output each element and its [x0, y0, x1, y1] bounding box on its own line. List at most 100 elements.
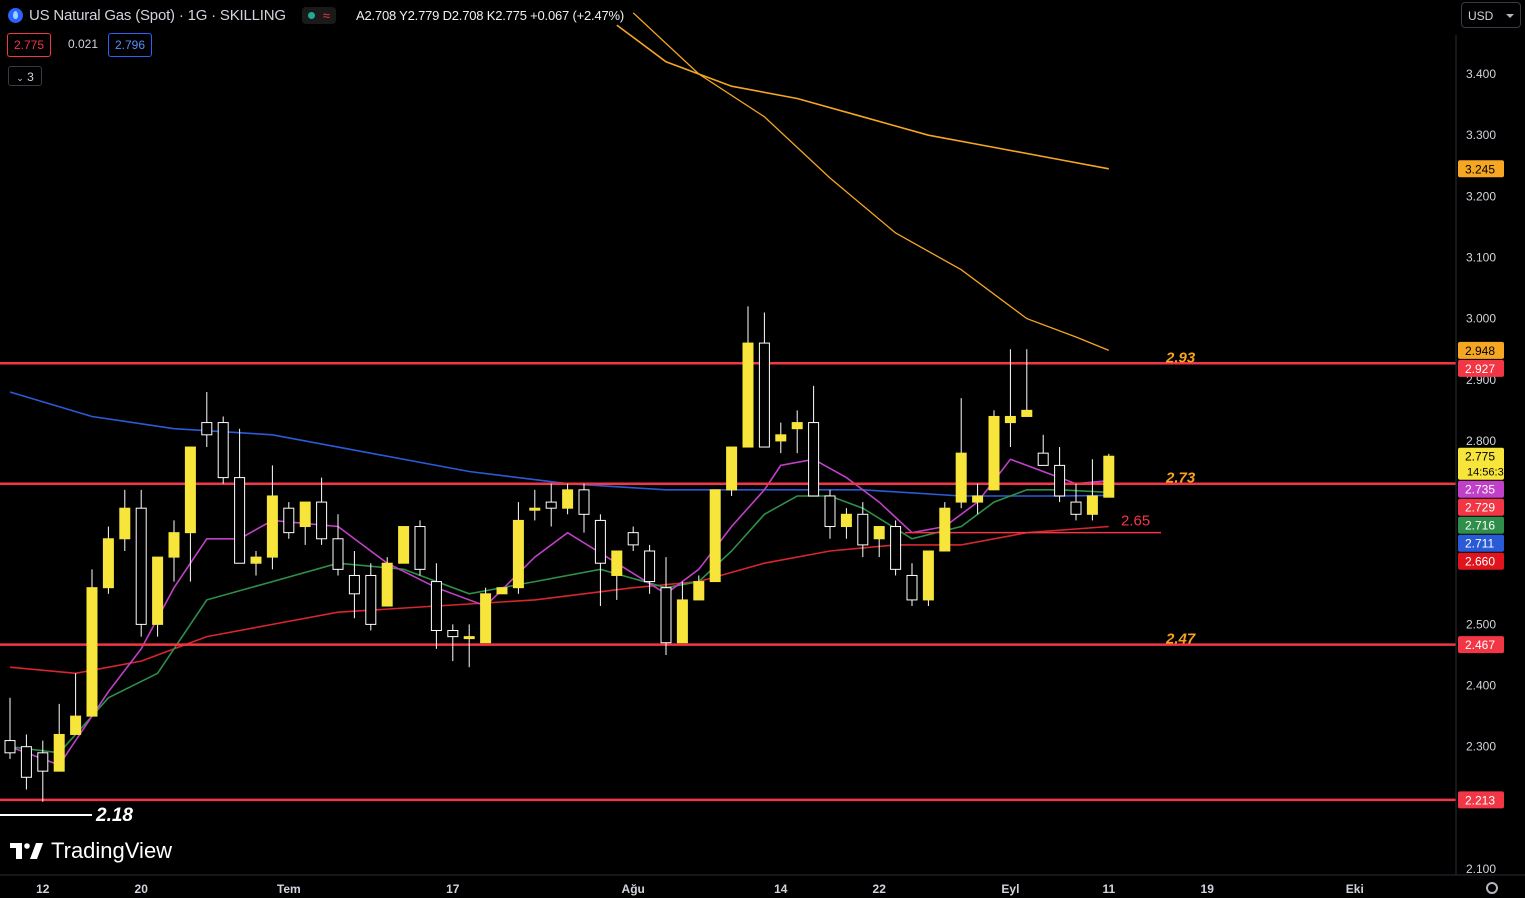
candle-body [840, 513, 852, 528]
axis-price-tag-text: 2.660 [1465, 555, 1495, 569]
candle-56[interactable] [922, 550, 934, 607]
y-tick-label-4: 3.000 [1466, 312, 1496, 326]
candle-body [168, 532, 180, 558]
candle-body [86, 587, 98, 717]
buy-price-button[interactable]: 2.796 [108, 33, 153, 57]
x-tick-label-1: 20 [135, 882, 149, 896]
brand-name: TradingView [51, 838, 173, 863]
candle-body [1004, 415, 1016, 424]
candle-body [217, 422, 229, 479]
candle-23[interactable] [381, 557, 393, 607]
candle-body [988, 415, 1000, 491]
candle-body [529, 507, 541, 511]
candle-body [758, 342, 770, 448]
axis-price-tag-6: 2.716 [1458, 516, 1504, 534]
axis-price-tag-text: 3.245 [1465, 162, 1495, 176]
candle-body [775, 434, 787, 442]
candle-body [939, 507, 951, 552]
candle-body [906, 574, 918, 601]
candle-44[interactable] [726, 446, 738, 496]
price-chart[interactable]: 2.93 2.73 2.47 2.65 2.18 3.400 3.300 3.200 3.10… [0, 0, 1525, 898]
candle-body [398, 526, 410, 564]
level-label-2: 2.47 [1165, 631, 1196, 648]
y-tick-label-9: 2.300 [1466, 740, 1496, 754]
candle-body [316, 501, 328, 540]
wave-icon: ≈ [322, 7, 330, 23]
candle-body [135, 507, 147, 625]
candle-body [873, 526, 885, 540]
axis-price-tag-10: 2.213 [1458, 791, 1504, 809]
candle-body [1037, 452, 1049, 466]
axis-price-tag-text: 2.213 [1465, 793, 1495, 807]
candle-body [922, 550, 934, 601]
sell-price-button[interactable]: 2.775 [7, 33, 52, 57]
candle-body [955, 452, 967, 503]
spread-value: 0.021 [68, 37, 99, 51]
axis-price-tag-text: 2.775 [1465, 450, 1495, 464]
candle-9[interactable] [152, 556, 164, 637]
candle-body [201, 422, 213, 436]
y-tick-label-8: 2.400 [1466, 679, 1496, 693]
candle-body [70, 715, 82, 735]
candle-30[interactable] [496, 587, 508, 595]
candle-body [266, 495, 278, 558]
candle-body [824, 495, 836, 528]
candle-body [742, 342, 754, 448]
candle-24[interactable] [398, 526, 410, 564]
y-tick-label-7: 2.500 [1466, 617, 1496, 631]
level-label-1: 2.73 [1165, 470, 1196, 487]
y-tick-label-1: 3.300 [1466, 128, 1496, 142]
candle-8[interactable] [135, 489, 147, 637]
symbol-title[interactable]: US Natural Gas (Spot) · 1G · SKILLING [29, 7, 286, 24]
y-tick-label-6: 2.800 [1466, 434, 1496, 448]
candle-body [627, 532, 639, 546]
candle-body [365, 574, 377, 625]
candle-body [578, 489, 590, 515]
candle-25[interactable] [414, 520, 426, 576]
axis-price-tag-text: 2.711 [1465, 537, 1494, 551]
candle-body [512, 519, 524, 589]
ohlc-values: A2.708 Y2.779 D2.708 K2.775 +0.067 (+2.4… [356, 7, 624, 23]
y-tick-label-10: 2.100 [1466, 862, 1496, 876]
currency-select[interactable]: USD [1461, 2, 1521, 28]
candle-13[interactable] [217, 416, 229, 484]
axis-price-tag-text: 2.716 [1465, 519, 1495, 533]
candle-body [709, 489, 721, 583]
candle-body [37, 752, 49, 772]
indicators-count: 3 [27, 70, 34, 84]
axis-price-tag-3: 2.775 14:56:37 [1458, 447, 1510, 480]
candle-body [1070, 501, 1082, 515]
candle-body [726, 446, 738, 491]
candle-60[interactable] [988, 410, 1000, 491]
candle-67[interactable] [1103, 453, 1115, 498]
x-tick-label-8: 11 [1102, 882, 1115, 896]
x-tick-label-7: Eyl [1001, 882, 1019, 896]
settings-gear-icon[interactable] [1486, 882, 1498, 894]
candle-body [4, 740, 16, 754]
candle-body [1103, 455, 1115, 498]
natural-gas-icon [8, 7, 23, 23]
candle-57[interactable] [939, 502, 951, 552]
market-status[interactable]: ≈ [301, 6, 336, 24]
x-tick-label-5: 14 [774, 882, 788, 896]
short-level-label-0: 2.65 [1121, 513, 1150, 530]
x-tick-label-2: Tem [277, 882, 301, 896]
candle-5[interactable] [86, 569, 98, 717]
candle-body [545, 501, 557, 509]
axis-price-tag-4: 2.735 [1458, 480, 1504, 498]
candle-body [1054, 464, 1066, 497]
y-tick-label-0: 3.400 [1466, 67, 1496, 81]
candle-body [808, 422, 820, 497]
candle-body [890, 526, 902, 570]
candle-body [430, 581, 442, 631]
axis-price-tag-2: 2.927 [1458, 359, 1504, 377]
axis-price-tag-text: 2.948 [1465, 344, 1495, 358]
candle-43[interactable] [709, 489, 721, 583]
indicators-toggle[interactable]: ⌄ 3 [8, 66, 42, 86]
candle-29[interactable] [480, 587, 492, 644]
candle-body [234, 477, 246, 564]
candle-body [660, 587, 672, 644]
x-tick-label-10: Eki [1346, 882, 1364, 896]
market-open-dot-icon [307, 11, 315, 19]
candle-54[interactable] [890, 520, 902, 576]
